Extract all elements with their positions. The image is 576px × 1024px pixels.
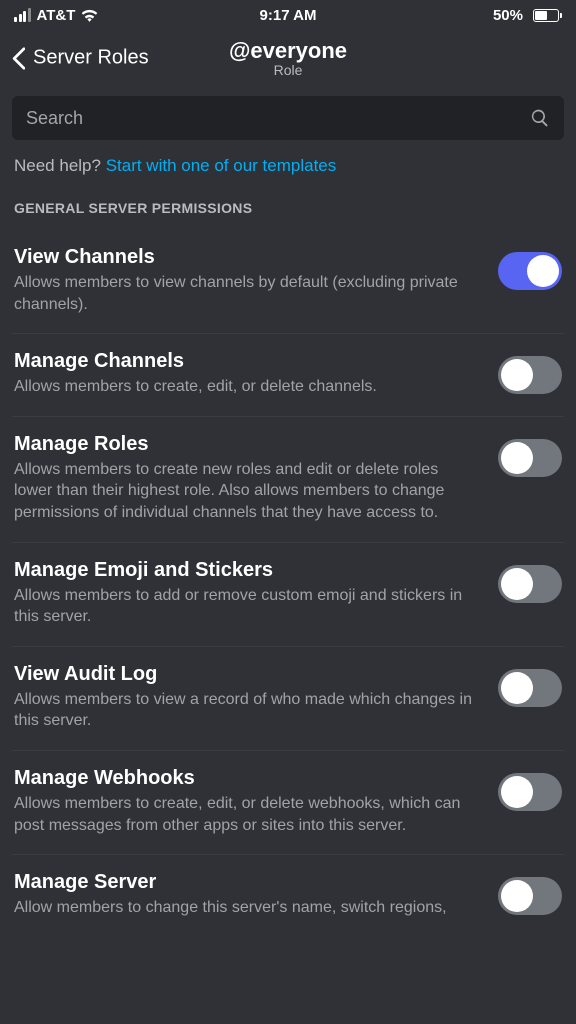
permission-text: Manage Emoji and Stickers Allows members… bbox=[14, 559, 480, 628]
permission-text: Manage Server Allow members to change th… bbox=[14, 871, 480, 919]
wifi-icon bbox=[81, 9, 98, 22]
permission-title: View Audit Log bbox=[14, 663, 480, 686]
toggle-manage-roles[interactable] bbox=[498, 439, 562, 477]
permission-title: Manage Webhooks bbox=[14, 767, 480, 790]
permission-manage-server: Manage Server Allow members to change th… bbox=[12, 855, 564, 937]
permission-manage-emoji: Manage Emoji and Stickers Allows members… bbox=[12, 543, 564, 647]
section-header: GENERAL SERVER PERMISSIONS bbox=[12, 194, 564, 230]
permission-desc: Allows members to add or remove custom e… bbox=[14, 585, 480, 628]
search-icon bbox=[530, 108, 550, 128]
permission-desc: Allows members to view channels by defau… bbox=[14, 272, 480, 315]
permission-desc: Allows members to create, edit, or delet… bbox=[14, 793, 480, 836]
search-input[interactable] bbox=[26, 108, 520, 129]
permission-title: View Channels bbox=[14, 246, 480, 269]
chevron-left-icon bbox=[12, 47, 25, 69]
back-label: Server Roles bbox=[33, 47, 149, 70]
toggle-view-audit-log[interactable] bbox=[498, 669, 562, 707]
back-button[interactable]: Server Roles bbox=[12, 47, 149, 70]
status-bar: AT&T 9:17 AM 50% bbox=[0, 0, 576, 30]
permission-manage-roles: Manage Roles Allows members to create ne… bbox=[12, 417, 564, 543]
permission-title: Manage Emoji and Stickers bbox=[14, 559, 480, 582]
toggle-manage-server[interactable] bbox=[498, 877, 562, 915]
help-prefix: Need help? bbox=[14, 156, 106, 175]
toggle-knob bbox=[501, 442, 533, 474]
toggle-knob bbox=[501, 568, 533, 600]
status-right: 50% bbox=[493, 7, 562, 24]
permission-desc: Allow members to change this server's na… bbox=[14, 897, 480, 919]
search-box[interactable] bbox=[12, 96, 564, 140]
permission-text: View Channels Allows members to view cha… bbox=[14, 246, 480, 315]
permission-text: Manage Channels Allows members to create… bbox=[14, 350, 480, 398]
toggle-view-channels[interactable] bbox=[498, 252, 562, 290]
battery-percent: 50% bbox=[493, 7, 523, 24]
permission-view-audit-log: View Audit Log Allows members to view a … bbox=[12, 647, 564, 751]
toggle-knob bbox=[527, 255, 559, 287]
templates-link[interactable]: Start with one of our templates bbox=[106, 156, 337, 175]
toggle-knob bbox=[501, 672, 533, 704]
permission-text: Manage Roles Allows members to create ne… bbox=[14, 433, 480, 524]
nav-header: Server Roles @everyone Role bbox=[0, 30, 576, 86]
battery-icon bbox=[529, 9, 562, 22]
permission-manage-webhooks: Manage Webhooks Allows members to create… bbox=[12, 751, 564, 855]
permission-title: Manage Channels bbox=[14, 350, 480, 373]
toggle-knob bbox=[501, 359, 533, 391]
content-scroll[interactable]: Need help? Start with one of our templat… bbox=[0, 86, 576, 1024]
permission-desc: Allows members to create, edit, or delet… bbox=[14, 376, 480, 398]
permissions-list: View Channels Allows members to view cha… bbox=[12, 230, 564, 937]
page-subtitle: Role bbox=[229, 62, 347, 78]
toggle-manage-webhooks[interactable] bbox=[498, 773, 562, 811]
permission-title: Manage Roles bbox=[14, 433, 480, 456]
cell-signal-icon bbox=[14, 8, 31, 22]
help-row: Need help? Start with one of our templat… bbox=[12, 140, 564, 194]
toggle-manage-channels[interactable] bbox=[498, 356, 562, 394]
page-title: @everyone bbox=[229, 38, 347, 63]
status-left: AT&T bbox=[14, 7, 98, 24]
permission-text: Manage Webhooks Allows members to create… bbox=[14, 767, 480, 836]
toggle-knob bbox=[501, 880, 533, 912]
permission-desc: Allows members to create new roles and e… bbox=[14, 459, 480, 524]
permission-title: Manage Server bbox=[14, 871, 480, 894]
permission-text: View Audit Log Allows members to view a … bbox=[14, 663, 480, 732]
toggle-manage-emoji[interactable] bbox=[498, 565, 562, 603]
toggle-knob bbox=[501, 776, 533, 808]
permission-manage-channels: Manage Channels Allows members to create… bbox=[12, 334, 564, 417]
nav-title: @everyone Role bbox=[229, 38, 347, 78]
permission-desc: Allows members to view a record of who m… bbox=[14, 689, 480, 732]
carrier-label: AT&T bbox=[37, 7, 76, 24]
permission-view-channels: View Channels Allows members to view cha… bbox=[12, 230, 564, 334]
clock: 9:17 AM bbox=[260, 7, 317, 24]
